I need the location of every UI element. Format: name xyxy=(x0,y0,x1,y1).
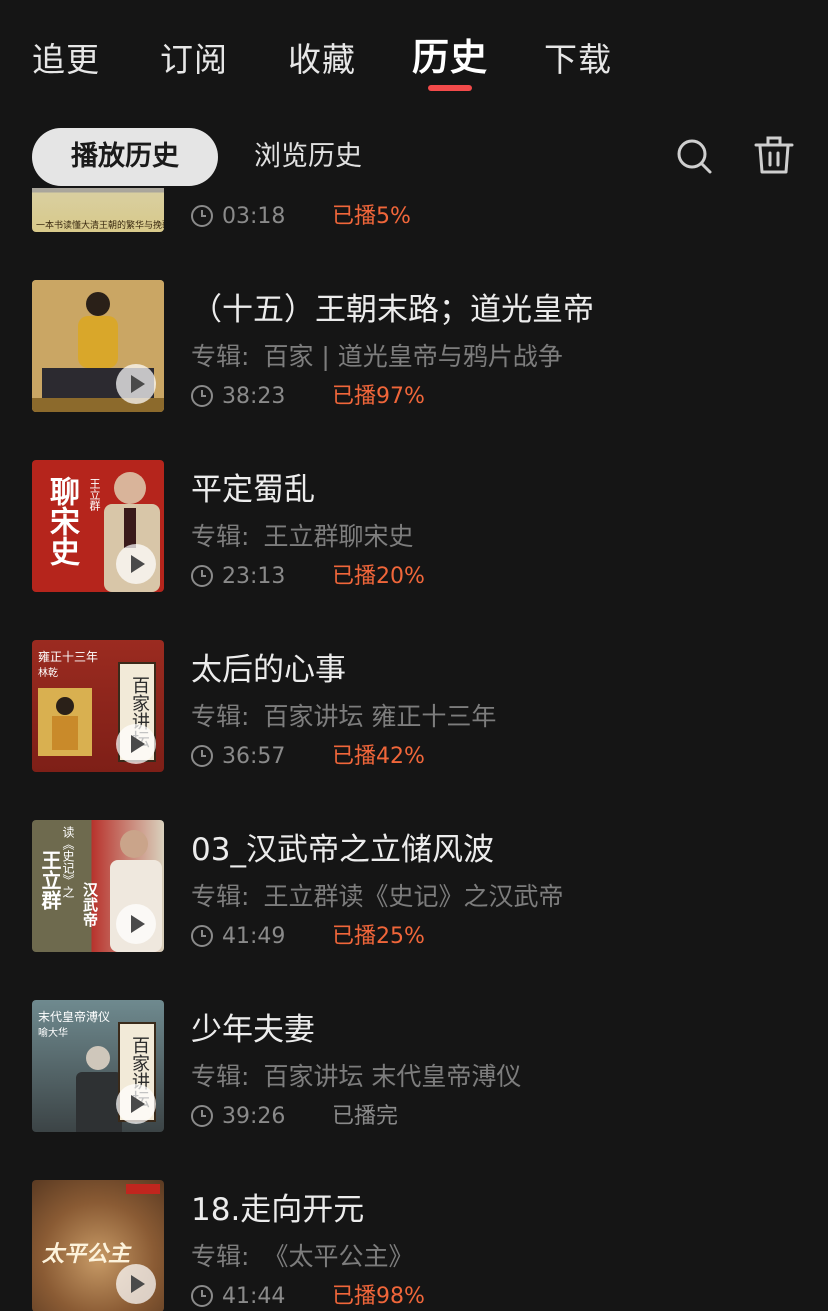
subtab-browse-history[interactable]: 浏览历史 xyxy=(254,128,362,186)
clock-icon xyxy=(191,745,213,767)
duration: 23:13 xyxy=(222,564,286,589)
list-item[interactable]: 读《史记》之 王立群 汉武帝 03_汉武帝之立储风波 专辑: 王立群读《史记》之汉… xyxy=(0,820,828,954)
item-meta: 03:18 已播5% xyxy=(191,201,411,233)
progress: 已播20% xyxy=(332,564,425,589)
item-album: 专辑: 百家 | 道光皇帝与鸦片战争 xyxy=(191,337,563,373)
duration: 41:44 xyxy=(222,1284,286,1309)
duration: 38:23 xyxy=(222,384,286,409)
play-icon[interactable] xyxy=(116,544,156,584)
progress: 已播5% xyxy=(332,204,411,229)
item-title: 平定蜀乱 xyxy=(191,472,315,508)
item-album: 专辑: 王立群聊宋史 xyxy=(191,517,413,553)
item-title: 少年夫妻 xyxy=(191,1012,315,1048)
clock-icon xyxy=(191,385,213,407)
duration: 03:18 xyxy=(222,204,286,229)
duration: 41:49 xyxy=(222,924,286,949)
thumbnail-title: 王立群 xyxy=(38,850,62,910)
tab-favorites[interactable]: 收藏 xyxy=(288,38,356,82)
duration: 36:57 xyxy=(222,744,286,769)
cctv-logo xyxy=(126,1184,160,1194)
album-label: 专辑: xyxy=(191,1242,250,1271)
progress: 已播25% xyxy=(332,924,425,949)
history-page: 一本书读懂大清王朝的繁华与挽歌 03:18 已播5% （十五）王朝末路；道光皇帝 … xyxy=(0,0,828,1311)
clock-icon xyxy=(191,1105,213,1127)
progress: 已播98% xyxy=(332,1284,425,1309)
item-meta: 39:26 已播完 xyxy=(191,1101,398,1133)
list-item[interactable]: 太平公主 18.走向开元 专辑: 《太平公主》 41:44 已播98% xyxy=(0,1180,828,1311)
thumbnail-author: 林乾 xyxy=(38,668,58,679)
clock-icon xyxy=(191,1285,213,1307)
list-item[interactable]: （十五）王朝末路；道光皇帝 专辑: 百家 | 道光皇帝与鸦片战争 38:23 已播9… xyxy=(0,280,828,414)
tab-subscribe[interactable]: 订阅 xyxy=(160,38,228,82)
album-name: 百家 | 道光皇帝与鸦片战争 xyxy=(263,342,563,371)
thumbnail: 读《史记》之 王立群 汉武帝 xyxy=(32,820,164,952)
list-item[interactable]: 末代皇帝溥仪 喻大华 百家讲坛 少年夫妻 专辑: 百家讲坛 末代皇帝溥仪 39:2… xyxy=(0,1000,828,1134)
thumbnail: 太平公主 xyxy=(32,1180,164,1311)
top-tab-bar: 追更 订阅 收藏 历史 下载 xyxy=(0,36,828,98)
thumbnail: 末代皇帝溥仪 喻大华 百家讲坛 xyxy=(32,1000,164,1132)
item-title: （十五）王朝末路；道光皇帝 xyxy=(191,292,594,328)
album-name: 王立群聊宋史 xyxy=(263,522,414,551)
album-label: 专辑: xyxy=(191,1062,250,1091)
item-title: 18.走向开元 xyxy=(191,1192,365,1228)
play-icon[interactable] xyxy=(116,1264,156,1304)
progress: 已播42% xyxy=(332,744,425,769)
album-label: 专辑: xyxy=(191,522,250,551)
clock-icon xyxy=(191,205,213,227)
history-subtab-bar: 播放历史 浏览历史 xyxy=(0,126,828,188)
thumbnail: 聊宋史 王立群 xyxy=(32,460,164,592)
thumbnail: 雍正十三年 林乾 百家讲坛 xyxy=(32,640,164,772)
album-label: 专辑: xyxy=(191,882,250,911)
item-album: 专辑: 百家讲坛 雍正十三年 xyxy=(191,697,496,733)
thumbnail-title: 雍正十三年 xyxy=(38,650,99,664)
item-meta: 38:23 已播97% xyxy=(191,381,425,413)
thumbnail-caption: 一本书读懂大清王朝的繁华与挽歌 xyxy=(36,221,164,231)
play-icon[interactable] xyxy=(116,904,156,944)
thumbnail-title: 末代皇帝溥仪 xyxy=(38,1010,111,1024)
item-meta: 36:57 已播42% xyxy=(191,741,425,773)
album-label: 专辑: xyxy=(191,702,250,731)
tab-follow[interactable]: 追更 xyxy=(32,38,100,82)
play-icon[interactable] xyxy=(116,364,156,404)
item-title: 太后的心事 xyxy=(191,652,346,688)
play-history-list[interactable]: 一本书读懂大清王朝的繁华与挽歌 03:18 已播5% （十五）王朝末路；道光皇帝 … xyxy=(0,0,828,1311)
album-name: 百家讲坛 雍正十三年 xyxy=(263,702,497,731)
clock-icon xyxy=(191,925,213,947)
play-icon[interactable] xyxy=(116,1084,156,1124)
list-item[interactable]: 雍正十三年 林乾 百家讲坛 太后的心事 专辑: 百家讲坛 雍正十三年 36:57 已… xyxy=(0,640,828,774)
item-meta: 41:44 已播98% xyxy=(191,1281,425,1311)
progress: 已播97% xyxy=(332,384,425,409)
tab-history[interactable]: 历史 xyxy=(412,36,488,80)
list-item[interactable]: 聊宋史 王立群 平定蜀乱 专辑: 王立群聊宋史 23:13 已播20% xyxy=(0,460,828,594)
thumbnail-title: 太平公主 xyxy=(42,1241,131,1267)
item-album: 专辑: 王立群读《史记》之汉武帝 xyxy=(191,877,563,913)
album-name: 王立群读《史记》之汉武帝 xyxy=(263,882,564,911)
thumbnail xyxy=(32,280,164,412)
album-name: 百家讲坛 末代皇帝溥仪 xyxy=(263,1062,522,1091)
item-album: 专辑: 百家讲坛 末代皇帝溥仪 xyxy=(191,1057,521,1093)
active-tab-indicator xyxy=(428,85,472,91)
album-name: 《太平公主》 xyxy=(263,1242,414,1271)
clock-icon xyxy=(191,565,213,587)
thumbnail-title: 聊宋史 xyxy=(44,476,79,566)
progress: 已播完 xyxy=(332,1104,399,1129)
trash-icon[interactable] xyxy=(752,134,796,178)
play-icon[interactable] xyxy=(116,724,156,764)
item-meta: 23:13 已播20% xyxy=(191,561,425,593)
duration: 39:26 xyxy=(222,1104,286,1129)
search-icon[interactable] xyxy=(672,134,716,178)
subtab-play-history[interactable]: 播放历史 xyxy=(32,128,218,186)
item-album: 专辑: 《太平公主》 xyxy=(191,1237,413,1273)
item-title: 03_汉武帝之立储风波 xyxy=(191,832,494,868)
item-meta: 41:49 已播25% xyxy=(191,921,425,953)
album-label: 专辑: xyxy=(191,342,250,371)
thumbnail-author: 喻大华 xyxy=(38,1028,68,1039)
tab-downloads[interactable]: 下载 xyxy=(544,38,612,82)
